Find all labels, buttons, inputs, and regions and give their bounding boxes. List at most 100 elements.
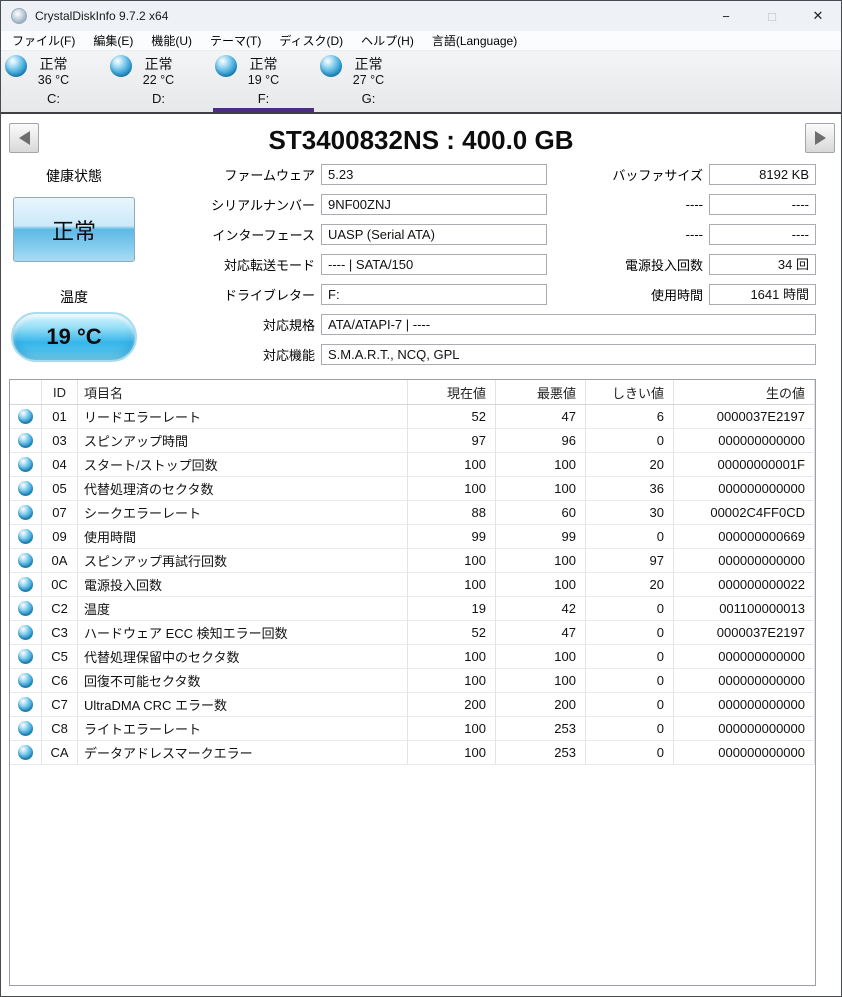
header-threshold: しきい値 — [586, 380, 674, 404]
info-field-row: ファームウェア 5.23 — [1, 163, 547, 185]
attribute-raw: 000000000000 — [674, 693, 815, 716]
drive-tab-c[interactable]: 正常 36 °C C: — [1, 51, 106, 112]
table-row[interactable]: C7 UltraDMA CRC エラー数 200 200 0 000000000… — [10, 693, 815, 717]
attribute-status-icon — [18, 553, 33, 568]
attribute-status-icon — [18, 409, 33, 424]
table-row[interactable]: 01 リードエラーレート 52 47 6 0000037E2197 — [10, 405, 815, 429]
attribute-raw: 0000037E2197 — [674, 405, 815, 428]
attribute-raw: 000000000000 — [674, 477, 815, 500]
table-row[interactable]: C2 温度 19 42 0 001100000013 — [10, 597, 815, 621]
field-value: ATA/ATAPI-7 | ---- — [321, 313, 816, 335]
table-row[interactable]: C8 ライトエラーレート 100 253 0 000000000000 — [10, 717, 815, 741]
row-status-cell — [10, 525, 42, 548]
drive-tab-f-selected[interactable]: 正常 19 °C F: — [211, 51, 316, 112]
attribute-name: 温度 — [78, 597, 408, 620]
field-value: ---- | SATA/150 — [321, 253, 547, 275]
row-status-cell — [10, 621, 42, 644]
close-button[interactable]: ✕ — [795, 1, 841, 31]
table-row[interactable]: C5 代替処理保留中のセクタ数 100 100 0 000000000000 — [10, 645, 815, 669]
attribute-name: 代替処理保留中のセクタ数 — [78, 645, 408, 668]
header-raw-value: 生の値 — [674, 380, 815, 404]
attribute-id: 0A — [42, 549, 78, 572]
attribute-status-icon — [18, 721, 33, 736]
menu-file[interactable]: ファイル(F) — [3, 32, 84, 49]
next-drive-button[interactable] — [805, 123, 835, 153]
menu-language[interactable]: 言語(Language) — [423, 32, 526, 49]
table-row[interactable]: 0A スピンアップ再試行回数 100 100 97 000000000000 — [10, 549, 815, 573]
attribute-current: 99 — [408, 525, 496, 548]
attribute-threshold: 0 — [586, 645, 674, 668]
attribute-id: CA — [42, 741, 78, 764]
smart-attributes-table: ID 項目名 現在値 最悪値 しきい値 生の値 01 リードエラーレート 52 … — [9, 379, 816, 986]
attribute-raw: 000000000669 — [674, 525, 815, 548]
attribute-id: 09 — [42, 525, 78, 548]
menu-bar: ファイル(F) 編集(E) 機能(U) テーマ(T) ディスク(D) ヘルプ(H… — [1, 31, 841, 51]
attribute-name: スピンアップ再試行回数 — [78, 549, 408, 572]
previous-drive-button[interactable] — [9, 123, 39, 153]
attribute-threshold: 6 — [586, 405, 674, 428]
drive-info-fields-right: バッファサイズ 8192 KB ---- ---- ---- ---- 電源投入… — [551, 163, 816, 314]
drive-tab-bar: 正常 36 °C C: 正常 22 °C D: 正常 19 °C F: 正常 2… — [1, 51, 841, 114]
table-row[interactable]: CA データアドレスマークエラー 100 253 0 000000000000 — [10, 741, 815, 765]
table-row[interactable]: 04 スタート/ストップ回数 100 100 20 00000000001F — [10, 453, 815, 477]
table-row[interactable]: 07 シークエラーレート 88 60 30 00002C4FF0CD — [10, 501, 815, 525]
attribute-raw: 000000000022 — [674, 573, 815, 596]
field-label: 使用時間 — [650, 287, 703, 303]
tab-temperature: 22 °C — [142, 73, 175, 87]
attribute-threshold: 0 — [586, 621, 674, 644]
row-status-cell — [10, 693, 42, 716]
table-row[interactable]: 05 代替処理済のセクタ数 100 100 36 000000000000 — [10, 477, 815, 501]
table-row[interactable]: C6 回復不可能セクタ数 100 100 0 000000000000 — [10, 669, 815, 693]
table-row[interactable]: 09 使用時間 99 99 0 000000000669 — [10, 525, 815, 549]
attribute-worst: 100 — [496, 549, 586, 572]
info-field-row: ---- ---- — [551, 193, 816, 215]
menu-theme[interactable]: テーマ(T) — [201, 32, 270, 49]
field-value: UASP (Serial ATA) — [321, 223, 547, 245]
attribute-id: 04 — [42, 453, 78, 476]
attribute-raw: 00000000001F — [674, 453, 815, 476]
tab-health-status: 正常 — [354, 56, 383, 72]
field-label: ---- — [685, 226, 703, 242]
attribute-worst: 99 — [496, 525, 586, 548]
attribute-name: ライトエラーレート — [78, 717, 408, 740]
attribute-threshold: 97 — [586, 549, 674, 572]
table-row[interactable]: 03 スピンアップ時間 97 96 0 000000000000 — [10, 429, 815, 453]
attribute-threshold: 20 — [586, 453, 674, 476]
drive-tab-g[interactable]: 正常 27 °C G: — [316, 51, 421, 112]
attribute-id: C3 — [42, 621, 78, 644]
menu-help[interactable]: ヘルプ(H) — [352, 32, 423, 49]
table-row[interactable]: C3 ハードウェア ECC 検知エラー回数 52 47 0 0000037E21… — [10, 621, 815, 645]
attribute-current: 19 — [408, 597, 496, 620]
drive-info-fields-left: ファームウェア 5.23 シリアルナンバー 9NF00ZNJ インターフェース … — [1, 163, 547, 314]
attribute-current: 100 — [408, 453, 496, 476]
attribute-raw: 001100000013 — [674, 597, 815, 620]
field-value: 8192 KB — [709, 163, 816, 185]
table-row[interactable]: 0C 電源投入回数 100 100 20 000000000022 — [10, 573, 815, 597]
attribute-id: 03 — [42, 429, 78, 452]
attribute-current: 52 — [408, 621, 496, 644]
attribute-name: リードエラーレート — [78, 405, 408, 428]
attribute-status-icon — [18, 649, 33, 664]
maximize-button[interactable]: □ — [749, 1, 795, 31]
field-label: 電源投入回数 — [624, 257, 703, 273]
drive-tab-d[interactable]: 正常 22 °C D: — [106, 51, 211, 112]
attribute-current: 88 — [408, 501, 496, 524]
attribute-worst: 253 — [496, 717, 586, 740]
row-status-cell — [10, 405, 42, 428]
attribute-worst: 100 — [496, 573, 586, 596]
attribute-current: 100 — [408, 717, 496, 740]
minimize-button[interactable]: − — [703, 1, 749, 31]
info-field-row: 対応機能 S.M.A.R.T., NCQ, GPL — [1, 343, 816, 365]
attribute-threshold: 0 — [586, 693, 674, 716]
table-body: 01 リードエラーレート 52 47 6 0000037E2197 03 スピン… — [10, 405, 815, 765]
menu-disk[interactable]: ディスク(D) — [270, 32, 352, 49]
attribute-raw: 000000000000 — [674, 717, 815, 740]
row-status-cell — [10, 573, 42, 596]
field-value: 1641 時間 — [709, 283, 816, 305]
menu-edit[interactable]: 編集(E) — [84, 32, 142, 49]
menu-function[interactable]: 機能(U) — [142, 32, 201, 49]
attribute-status-icon — [18, 481, 33, 496]
attribute-status-icon — [18, 529, 33, 544]
info-field-row: ---- ---- — [551, 223, 816, 245]
attribute-worst: 47 — [496, 621, 586, 644]
